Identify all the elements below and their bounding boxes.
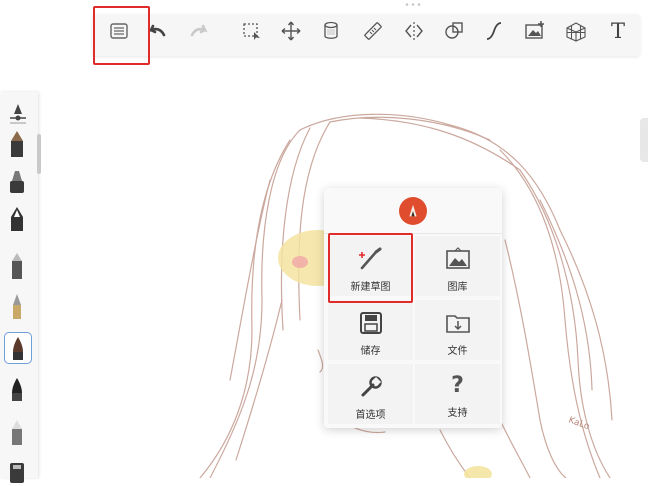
sketchbook-logo-icon: [399, 196, 427, 225]
palette-scrollbar[interactable]: [37, 134, 41, 174]
folder-icon: [445, 315, 470, 333]
text-button[interactable]: T: [605, 18, 631, 44]
brush-8[interactable]: [4, 416, 30, 446]
add-image-button[interactable]: [522, 18, 548, 44]
right-panel-handle[interactable]: [640, 118, 648, 162]
brush-size-icon[interactable]: [8, 102, 28, 126]
gallery-icon: [445, 247, 470, 269]
menu-item-label: 储存: [360, 346, 381, 357]
brush-3[interactable]: [4, 204, 30, 234]
menu-item-label: 首选项: [355, 410, 386, 421]
menu-item-label: 文件: [447, 346, 468, 357]
menu-item-files[interactable]: 文件: [415, 300, 500, 360]
brush-6-selected[interactable]: [4, 332, 32, 364]
redo-button[interactable]: [186, 18, 212, 44]
menu-item-label: 图库: [447, 282, 468, 293]
symmetry-button[interactable]: [401, 18, 427, 44]
brush-2[interactable]: [4, 166, 30, 196]
wrench-icon: [361, 376, 382, 397]
cylinder-icon: [324, 21, 338, 39]
brush-1[interactable]: [4, 128, 30, 158]
new-sketch-highlight: [328, 233, 413, 303]
menu-item-preferences[interactable]: 首选项: [328, 364, 413, 424]
question-icon: ?: [451, 373, 464, 398]
curve-button[interactable]: [481, 18, 507, 44]
text-icon: T: [610, 19, 625, 43]
menu-item-label: 支持: [447, 408, 468, 419]
add-image-icon: [525, 21, 544, 39]
ruler-icon: [364, 22, 382, 40]
brush-4[interactable]: [4, 250, 30, 280]
brush-5[interactable]: [4, 290, 30, 320]
perspective-icon: [566, 22, 586, 42]
selection-button[interactable]: [239, 18, 265, 44]
main-menu-popup: 新建草图 图库 储存 文件 首选项 ? 支持: [324, 188, 502, 428]
move-button[interactable]: [278, 18, 304, 44]
save-icon: [359, 312, 382, 334]
redo-icon: [190, 24, 208, 37]
curve-icon: [486, 22, 502, 40]
menu-header: [324, 188, 502, 234]
list-button-highlight: [93, 6, 150, 65]
symmetry-icon: [405, 22, 423, 40]
brush-7[interactable]: [4, 374, 30, 404]
brush-9[interactable]: [4, 456, 30, 486]
menu-item-support[interactable]: ? 支持: [415, 364, 500, 424]
shape-button[interactable]: [441, 18, 467, 44]
cylinder-button[interactable]: [318, 18, 344, 44]
signature-text: KaLo: [567, 415, 591, 432]
perspective-button[interactable]: [563, 18, 589, 44]
menu-item-save[interactable]: 储存: [328, 300, 413, 360]
selection-icon: [243, 23, 260, 40]
move-icon: [281, 21, 301, 41]
ruler-button[interactable]: [360, 18, 386, 44]
shape-icon: [445, 22, 463, 39]
menu-item-gallery[interactable]: 图库: [415, 236, 500, 296]
toolbar-grip-icon[interactable]: [403, 2, 423, 7]
